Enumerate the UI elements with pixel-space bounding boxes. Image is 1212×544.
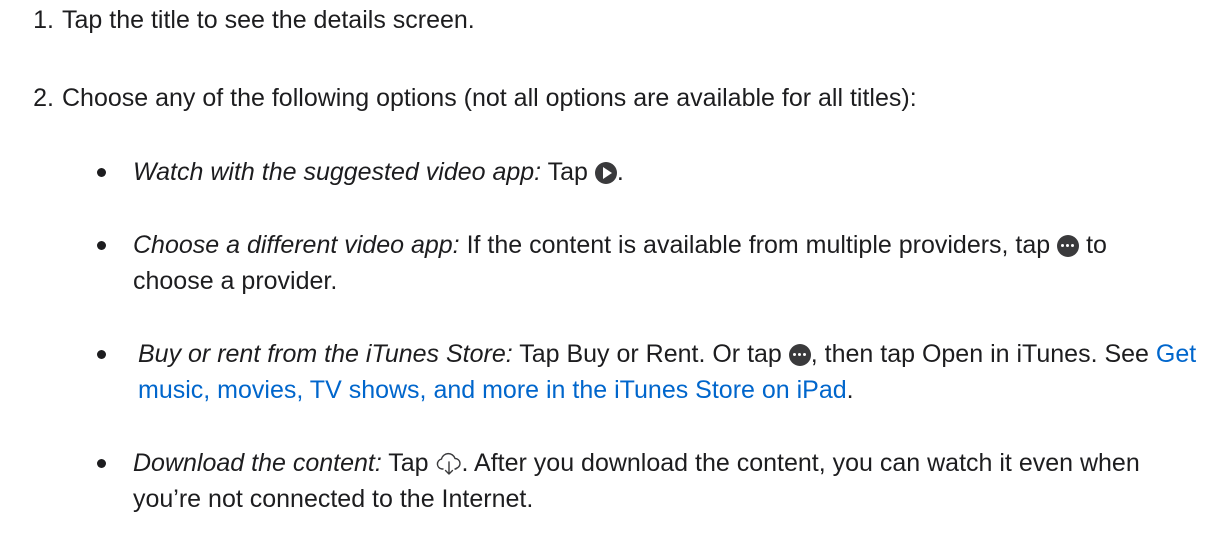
option-text: Tap [381,449,436,477]
more-circle-icon [1057,235,1080,257]
more-circle-icon [788,344,811,366]
bullet-dot [97,168,106,177]
step-2: 2. Choose any of the following options (n… [4,80,917,116]
step-text: Tap the title to see the details screen. [62,6,475,34]
step-text: Choose any of the following options (not… [62,84,917,112]
option-label: Choose a different video app: [133,231,460,259]
option-text: If the content is available from multipl… [459,231,1058,259]
option-text: . [846,376,854,404]
option-text: Tap Buy or Rent. Or tap [512,340,789,368]
option-text: Tap [541,158,595,186]
bullet-dot [97,241,106,250]
option-label: Download the content: [133,449,382,477]
cloud-download-icon [436,452,461,475]
option-label: Buy or rent from the iTunes Store: [138,340,513,368]
list-item-text: Choose a different video app: If the con… [133,227,1193,299]
bullet-dot [97,350,106,359]
bullet-dot [97,459,106,468]
step-number: 1. [33,6,54,34]
list-item-text: Download the content: Tap . After you do… [133,445,1193,517]
step-number: 2. [33,84,54,112]
play-circle-icon [594,162,617,184]
option-text: . [616,158,624,186]
step-1: 1. Tap the title to see the details scree… [4,2,475,38]
option-label: Watch with the suggested video app: [133,158,542,186]
option-text: , then tap Open in iTunes. See [810,340,1156,368]
list-item-text: Buy or rent from the iTunes Store: Tap B… [138,336,1198,408]
list-item-text: Watch with the suggested video app: Tap … [133,154,1193,190]
